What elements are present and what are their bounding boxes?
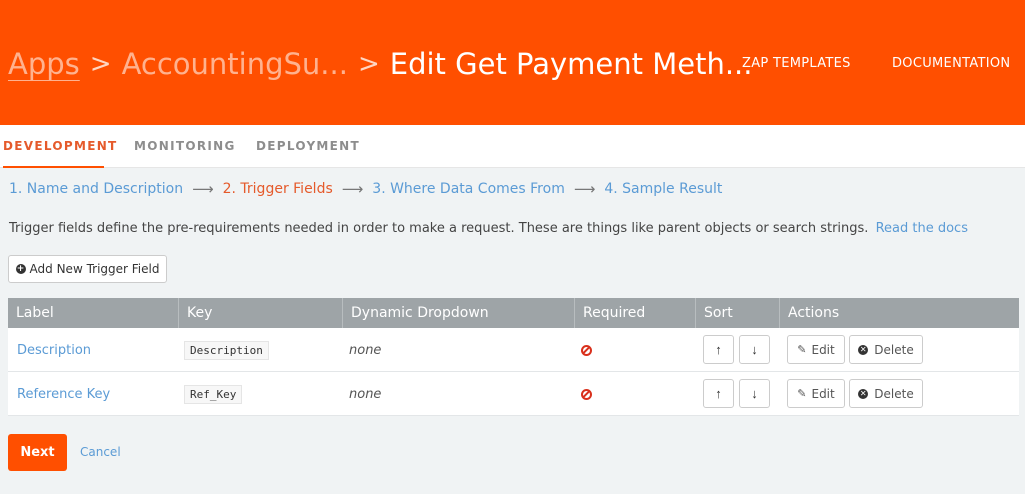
sort-up-button[interactable]: ↑ — [703, 335, 734, 364]
field-key: Ref_Key — [184, 384, 243, 404]
sort-up-button[interactable]: ↑ — [703, 379, 734, 408]
edit-button[interactable]: ✎ Edit — [787, 335, 845, 364]
description-text: Trigger fields define the pre-requiremen… — [9, 221, 869, 236]
step-name-description[interactable]: 1. Name and Description — [9, 181, 183, 197]
column-header-dynamic-dropdown: Dynamic Dropdown — [342, 298, 574, 328]
step-where-data-comes-from[interactable]: 3. Where Data Comes From — [372, 181, 565, 197]
read-the-docs-link[interactable]: Read the docs — [876, 221, 968, 236]
arrow-up-icon: ↑ — [715, 386, 722, 401]
field-key: Description — [184, 340, 269, 360]
breadcrumb-apps-link[interactable]: Apps — [8, 47, 80, 81]
cancel-link[interactable]: Cancel — [80, 445, 121, 459]
add-trigger-field-label: Add New Trigger Field — [29, 262, 160, 276]
plus-circle-icon: + — [15, 264, 26, 274]
step-trigger-fields[interactable]: 2. Trigger Fields — [223, 181, 333, 197]
app-header: Apps > AccountingSu... > Edit Get Paymen… — [0, 0, 1025, 125]
edit-button[interactable]: ✎ Edit — [787, 379, 845, 408]
column-header-key: Key — [178, 298, 342, 328]
add-trigger-field-button[interactable]: + Add New Trigger Field — [8, 255, 167, 283]
dynamic-dropdown-value: none — [349, 386, 382, 402]
not-required-icon — [581, 388, 592, 400]
table-row: Reference Key Ref_Key none ↑ ↓ ✎ Edit ✕ … — [8, 372, 1019, 416]
arrow-down-icon: ↓ — [751, 342, 758, 357]
pencil-icon: ✎ — [797, 343, 807, 356]
table-header: Label Key Dynamic Dropdown Required Sort… — [8, 298, 1019, 328]
close-circle-icon: ✕ — [858, 388, 869, 399]
delete-button[interactable]: ✕ Delete — [849, 379, 923, 408]
delete-label: Delete — [874, 386, 914, 401]
breadcrumb-separator: > — [357, 49, 380, 79]
trigger-fields-table: Label Key Dynamic Dropdown Required Sort… — [8, 298, 1019, 416]
arrow-right-icon: ⟶ — [573, 180, 596, 198]
delete-button[interactable]: ✕ Delete — [849, 335, 923, 364]
tab-bar: DEVELOPMENT MONITORING DEPLOYMENT — [0, 125, 1025, 168]
column-header-label: Label — [16, 305, 54, 321]
column-header-sort: Sort — [695, 298, 779, 328]
sort-down-button[interactable]: ↓ — [739, 335, 770, 364]
pencil-icon: ✎ — [797, 387, 807, 400]
column-header-required: Required — [574, 298, 695, 328]
close-circle-icon: ✕ — [858, 344, 869, 355]
field-label-link[interactable]: Description — [17, 343, 91, 358]
breadcrumb-app-link[interactable]: AccountingSu... — [122, 47, 348, 81]
step-sample-result[interactable]: 4. Sample Result — [604, 181, 722, 197]
page-description: Trigger fields define the pre-requiremen… — [9, 221, 968, 236]
dynamic-dropdown-value: none — [349, 342, 382, 358]
delete-label: Delete — [874, 342, 914, 357]
arrow-down-icon: ↓ — [751, 386, 758, 401]
tab-development[interactable]: DEVELOPMENT — [3, 125, 116, 168]
arrow-up-icon: ↑ — [715, 342, 722, 357]
breadcrumb: Apps > AccountingSu... > Edit Get Paymen… — [8, 44, 752, 84]
breadcrumb-separator: > — [89, 49, 112, 79]
tab-deployment[interactable]: DEPLOYMENT — [256, 125, 360, 168]
next-button[interactable]: Next — [8, 434, 67, 471]
sort-down-button[interactable]: ↓ — [739, 379, 770, 408]
breadcrumb-current: Edit Get Payment Meth... — [389, 47, 753, 81]
edit-label: Edit — [811, 342, 835, 357]
documentation-link[interactable]: DOCUMENTATION — [892, 56, 1010, 71]
column-header-actions: Actions — [779, 298, 1019, 328]
arrow-right-icon: ⟶ — [192, 180, 214, 198]
table-row: Description Description none ↑ ↓ ✎ Edit … — [8, 328, 1019, 372]
edit-label: Edit — [811, 386, 835, 401]
not-required-icon — [581, 344, 592, 356]
tab-monitoring[interactable]: MONITORING — [134, 125, 236, 168]
arrow-right-icon: ⟶ — [341, 180, 364, 198]
field-label-link[interactable]: Reference Key — [17, 387, 110, 402]
zap-templates-link[interactable]: ZAP TEMPLATES — [742, 56, 851, 71]
step-indicator: 1. Name and Description ⟶ 2. Trigger Fie… — [9, 180, 722, 198]
